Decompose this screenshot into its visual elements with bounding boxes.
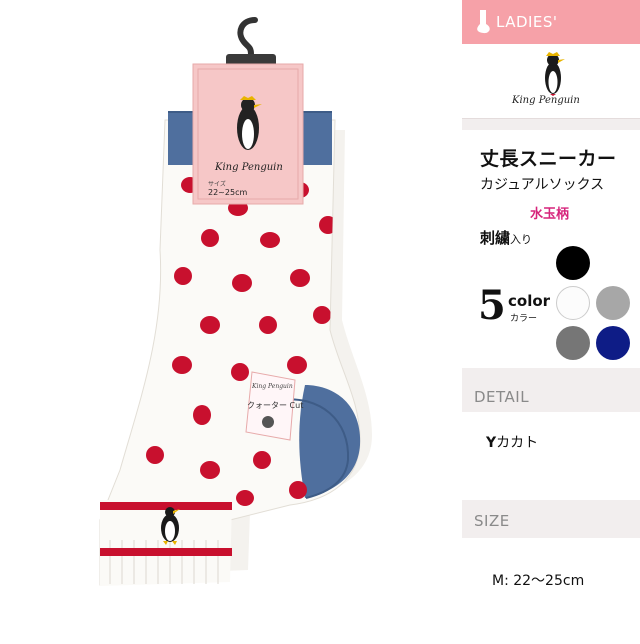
swatch-white[interactable] bbox=[556, 286, 590, 320]
product-page: King Penguin サイズ 22~25cm King Penguin クォ… bbox=[0, 0, 640, 640]
size-box: M: 22〜25cm bbox=[462, 538, 640, 640]
detail-box: Yカカト bbox=[462, 412, 640, 500]
tag-size-text: 22~25cm bbox=[208, 188, 247, 197]
feature-box: 丈長スニーカー カジュアルソックス 水玉柄 刺繍入り 5 color カラー bbox=[462, 130, 640, 368]
detail-title: DETAIL bbox=[474, 388, 530, 406]
swatch-gray[interactable] bbox=[596, 286, 630, 320]
size-title: SIZE bbox=[474, 512, 510, 530]
swatch-navy[interactable] bbox=[596, 326, 630, 360]
detail-value: Yカカト bbox=[486, 435, 539, 451]
color-count: 5 bbox=[478, 282, 506, 329]
foot-tag-text: クォーター Cut bbox=[247, 401, 303, 410]
color-word: color bbox=[508, 292, 551, 310]
tag-brand-text: King Penguin bbox=[214, 162, 283, 173]
brand-logo-box: King Penguin bbox=[462, 44, 640, 119]
spec-panel: LADIES' King Penguin 丈長スニーカー カジュアルソックス 水… bbox=[462, 0, 640, 640]
size-value: M: 22〜25cm bbox=[492, 573, 585, 589]
ladies-label: LADIES' bbox=[496, 13, 558, 31]
tag-size-label: サイズ bbox=[208, 180, 226, 188]
sock-illustration: King Penguin サイズ 22~25cm King Penguin クォ… bbox=[99, 17, 372, 586]
color-kana: カラー bbox=[510, 314, 538, 324]
sock-icon bbox=[477, 10, 490, 34]
embroidery-label: 刺繍入り bbox=[480, 229, 533, 247]
svg-text:King Penguin: King Penguin bbox=[251, 383, 293, 390]
penguin-logo-icon bbox=[545, 52, 565, 96]
pattern-label: 水玉柄 bbox=[530, 207, 570, 222]
feature-line-1: 丈長スニーカー bbox=[480, 148, 617, 170]
ladies-banner: LADIES' bbox=[462, 0, 640, 44]
feature-line-2: カジュアルソックス bbox=[480, 177, 605, 193]
swatch-dark-gray[interactable] bbox=[556, 326, 590, 360]
brand-name: King Penguin bbox=[512, 95, 580, 106]
product-photo: King Penguin サイズ 22~25cm King Penguin クォ… bbox=[0, 0, 462, 640]
swatch-black[interactable] bbox=[556, 246, 590, 280]
